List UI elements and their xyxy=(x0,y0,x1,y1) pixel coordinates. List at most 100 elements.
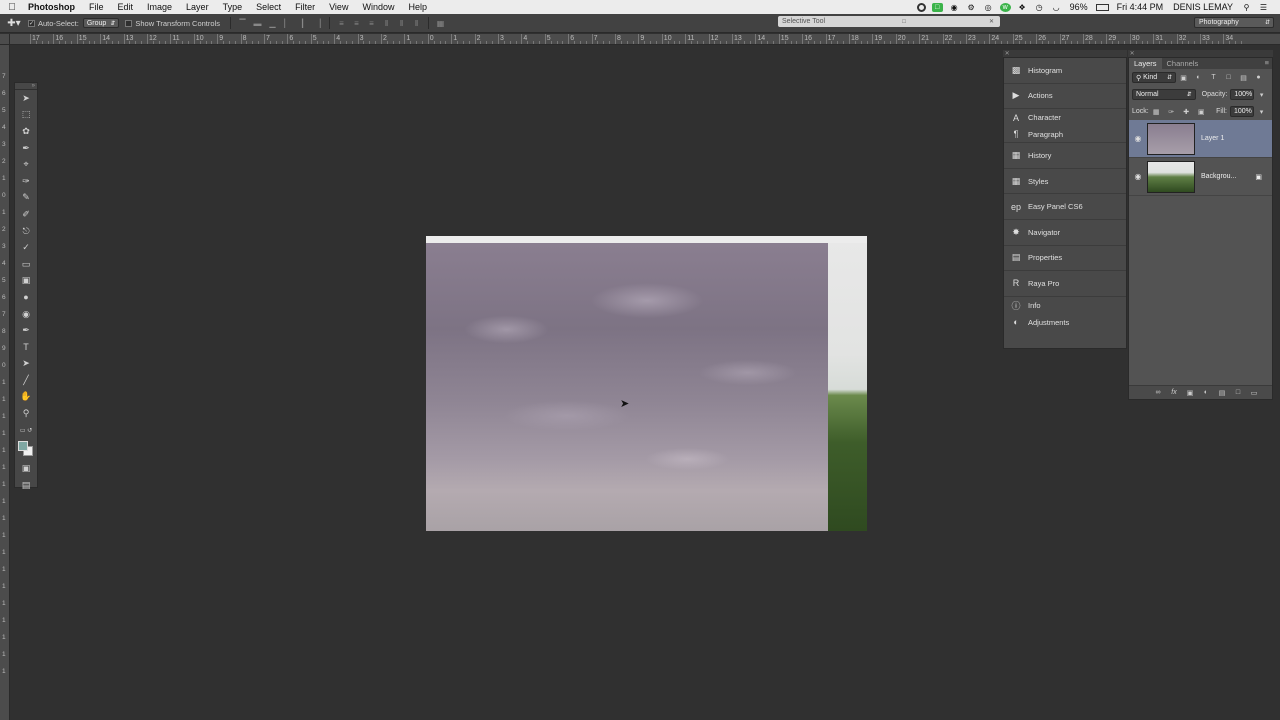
type-tool-icon[interactable]: T xyxy=(15,339,37,356)
pen-tool-icon[interactable]: ✒ xyxy=(15,322,37,339)
menu-layer[interactable]: Layer xyxy=(179,0,216,14)
dodge-tool-icon[interactable]: ◉ xyxy=(15,306,37,323)
dock-item-raya-pro[interactable]: R Raya Pro xyxy=(1004,271,1126,297)
battery-icon[interactable] xyxy=(1095,3,1109,11)
marquee-tool-icon[interactable]: ⬚ xyxy=(15,107,37,124)
dock-header[interactable]: ✕ xyxy=(1003,50,1127,57)
dock-item-adjustments[interactable]: ◐ Adjustments xyxy=(1004,314,1126,331)
tab-layers[interactable]: Layers xyxy=(1129,58,1162,69)
swap-colors-icon[interactable]: ▭ ↺ xyxy=(15,422,37,439)
filter-shape-icon[interactable]: □ xyxy=(1224,73,1233,82)
dock-item-easy-panel[interactable]: ep Easy Panel CS6 xyxy=(1004,194,1126,220)
fill-field[interactable]: 100% xyxy=(1230,106,1254,117)
eraser-tool-icon[interactable]: ▭ xyxy=(15,256,37,273)
fill-slider-icon[interactable]: ▾ xyxy=(1257,107,1266,116)
vertical-ruler[interactable]: 7 6 5 4 3 2 1 0 1 2 3 4 5 6 7 8 9 0 1 1 1 1 1 1 1 1 1 1 1 1 1 1 1 1 1 1 xyxy=(0,45,10,720)
dock-item-actions[interactable]: ▶ Actions xyxy=(1004,84,1126,110)
dock-item-histogram[interactable]: ▩ Histogram xyxy=(1004,58,1126,84)
ruler-corner[interactable] xyxy=(0,34,10,45)
lasso-tool-icon[interactable]: ✿ xyxy=(15,123,37,140)
hand-tool-icon[interactable]: ✋ xyxy=(15,389,37,406)
menu-window[interactable]: Window xyxy=(355,0,401,14)
transform-controls-checkbox[interactable] xyxy=(125,19,133,27)
quick-selection-tool-icon[interactable]: ✒ xyxy=(15,140,37,157)
lock-all-icon[interactable]: ▣ xyxy=(1197,107,1206,116)
distribute-hcenter-icon[interactable]: ‖ xyxy=(396,18,407,28)
filter-toggle-icon[interactable]: ● xyxy=(1254,73,1263,82)
new-layer-icon[interactable]: □ xyxy=(1230,389,1246,396)
layer-style-icon[interactable]: fx xyxy=(1166,389,1182,396)
dropbox-icon[interactable]: ❖ xyxy=(1017,3,1028,12)
dock-item-navigator[interactable]: ✸ Navigator xyxy=(1004,220,1126,246)
new-adjustment-layer-icon[interactable]: ◐ xyxy=(1198,389,1214,396)
lock-position-icon[interactable]: ✚ xyxy=(1182,107,1191,116)
document-canvas[interactable] xyxy=(426,236,867,531)
filter-adjustment-icon[interactable]: ◐ xyxy=(1194,73,1203,82)
battery-percent[interactable]: 96% xyxy=(1065,2,1093,12)
quick-mask-icon[interactable]: ▣ xyxy=(15,460,37,477)
blur-tool-icon[interactable]: ● xyxy=(15,289,37,306)
menu-app[interactable]: Photoshop xyxy=(24,0,82,14)
filter-type-icon[interactable]: T xyxy=(1209,73,1218,82)
link-layers-icon[interactable]: ∞ xyxy=(1150,389,1166,396)
add-mask-icon[interactable]: ▣ xyxy=(1182,389,1198,397)
crop-tool-icon[interactable]: ⌖ xyxy=(15,156,37,173)
healing-brush-tool-icon[interactable]: ✎ xyxy=(15,190,37,207)
menu-select[interactable]: Select xyxy=(249,0,288,14)
distribute-right-icon[interactable]: ‖ xyxy=(411,18,422,28)
delete-layer-icon[interactable]: ▭ xyxy=(1246,389,1262,397)
align-right-icon[interactable]: ▕ xyxy=(312,18,323,28)
zoom-tool-icon[interactable]: ⚲ xyxy=(15,405,37,422)
eye-status-icon[interactable]: ◎ xyxy=(983,3,994,12)
brush-tool-icon[interactable]: ✐ xyxy=(15,206,37,223)
blend-mode-dropdown[interactable]: Normal ⇵ xyxy=(1132,89,1196,100)
filter-smart-object-icon[interactable]: ▤ xyxy=(1239,73,1248,82)
lock-transparent-icon[interactable]: ▦ xyxy=(1152,107,1161,116)
dock-item-properties[interactable]: ▤ Properties xyxy=(1004,246,1126,272)
align-top-icon[interactable]: ▔ xyxy=(237,18,248,28)
spotlight-search-icon[interactable]: ⚲ xyxy=(1241,3,1252,12)
opacity-field[interactable]: 100% xyxy=(1230,89,1255,100)
history-brush-tool-icon[interactable]: ✓ xyxy=(15,239,37,256)
auto-select-checkbox[interactable]: ✓ xyxy=(28,19,35,27)
dock-item-history[interactable]: ▦ History xyxy=(1004,143,1126,169)
layer-lock-icon[interactable]: ▣ xyxy=(1255,173,1262,181)
align-horizontal-center-icon[interactable]: ┃ xyxy=(297,18,308,28)
tab-channels[interactable]: Channels xyxy=(1162,58,1204,69)
path-selection-tool-icon[interactable]: ➤ xyxy=(15,356,37,373)
clone-stamp-tool-icon[interactable]: ⎋ xyxy=(15,223,37,240)
dock-item-styles[interactable]: ▦ Styles xyxy=(1004,169,1126,195)
align-vertical-center-icon[interactable]: ▬ xyxy=(252,18,263,28)
layer-name[interactable]: Layer 1 xyxy=(1201,135,1224,142)
app-status-icon[interactable]: □ xyxy=(931,2,943,12)
filter-kind-dropdown[interactable]: ⚲ Kind ⇵ xyxy=(1132,72,1176,83)
menu-edit[interactable]: Edit xyxy=(111,0,141,14)
close-icon[interactable]: □ xyxy=(902,19,906,25)
menu-file[interactable]: File xyxy=(82,0,111,14)
align-left-icon[interactable]: ▏ xyxy=(282,18,293,28)
gear-icon[interactable]: ⚙ xyxy=(966,3,977,12)
distribute-top-icon[interactable]: ≡ xyxy=(336,18,347,28)
horizontal-ruler[interactable]: 17 16 15 14 13 12 11 10 9 8 7 6 5 4 3 2 1 0 1 2 3 4 5 6 7 8 9 10 11 1… xyxy=(10,34,1280,45)
time-machine-icon[interactable]: ◷ xyxy=(1034,3,1045,12)
move-tool-preset-icon[interactable]: ✚▾ xyxy=(0,14,28,33)
menu-type[interactable]: Type xyxy=(216,0,250,14)
menu-filter[interactable]: Filter xyxy=(288,0,322,14)
gradient-tool-icon[interactable]: ▣ xyxy=(15,273,37,290)
auto-align-layers-icon[interactable]: ▦ xyxy=(435,18,446,28)
layer-row-background[interactable]: ◉ Backgrou... ▣ xyxy=(1129,158,1272,196)
visibility-eye-icon[interactable]: ◉ xyxy=(1129,134,1147,143)
visibility-eye-icon[interactable]: ◉ xyxy=(1129,172,1147,181)
move-tool-icon[interactable]: ➤ xyxy=(15,90,37,107)
wifi-icon[interactable]: ◡ xyxy=(1051,3,1062,12)
distribute-bottom-icon[interactable]: ≡ xyxy=(366,18,377,28)
panel-menu-icon[interactable]: ≡ xyxy=(1265,58,1272,69)
new-group-icon[interactable]: ▤ xyxy=(1214,389,1230,397)
sky-layer-image[interactable] xyxy=(426,243,828,531)
eyedropper-tool-icon[interactable]: ✑ xyxy=(15,173,37,190)
layer-name[interactable]: Backgrou... xyxy=(1201,173,1236,180)
distribute-vcenter-icon[interactable]: ≡ xyxy=(351,18,362,28)
dock-item-info[interactable]: ⓘ Info xyxy=(1004,297,1126,314)
record-icon[interactable] xyxy=(916,2,926,12)
menu-image[interactable]: Image xyxy=(140,0,179,14)
